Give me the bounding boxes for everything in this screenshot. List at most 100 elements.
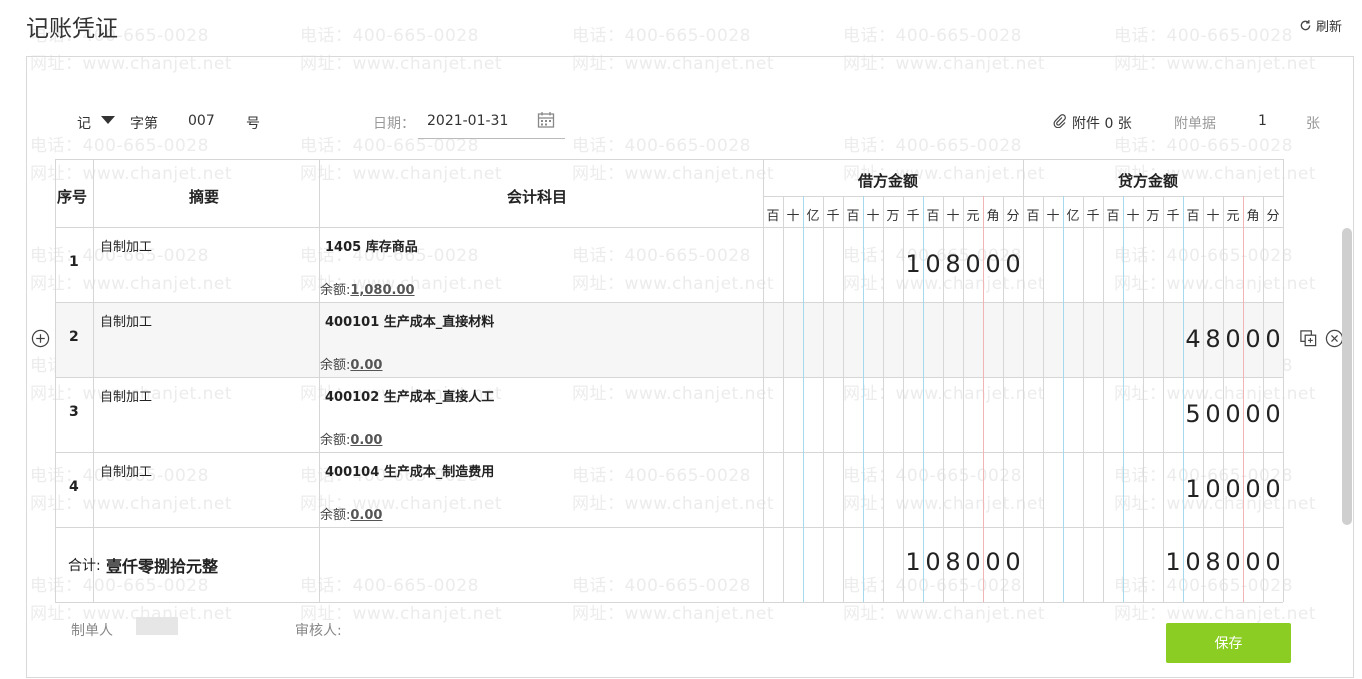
header-summary: 摘要 [189,188,220,206]
digit-header: 百 [766,209,780,224]
credit-digit: 0 [1205,400,1221,428]
header-credit: 贷方金额 [1118,172,1179,190]
row-hover-bg [55,303,1283,377]
total-credit-digit: 0 [1265,548,1281,576]
digit-header: 亿 [806,209,820,224]
row-number: 1 [69,254,79,270]
balance-label: 余额: [320,508,351,523]
watermark-phone: 电话：400-665-0028 [843,26,1022,46]
debit-digit: 0 [985,250,1001,278]
total-credit-digit: 0 [1245,548,1261,576]
credit-digit: 0 [1265,325,1281,353]
watermark-phone: 电话：400-665-0028 [300,26,479,46]
digit-header: 千 [1166,209,1180,224]
balance-value: 0.00 [350,433,383,448]
summary-cell[interactable]: 自制加工 [100,236,152,255]
balance-value: 0.00 [350,508,383,523]
account-balance: 余额:0.00 [320,429,382,448]
watermark-phone: 电话：400-665-0028 [572,26,751,46]
row-number: 4 [69,479,79,495]
credit-digit: 0 [1265,475,1281,503]
credit-digit: 0 [1245,475,1261,503]
refresh-button[interactable]: 刷新 [1299,16,1342,35]
digit-header: 百 [1026,209,1040,224]
digit-header: 十 [1206,209,1220,224]
account-cell[interactable]: 400102 生产成本_直接人工 [325,386,494,405]
zhang-label: 张 [1306,116,1320,132]
total-debit-digit: 0 [985,548,1001,576]
date-underline [418,138,565,139]
digit-header: 千 [826,209,840,224]
digit-header: 元 [966,209,980,224]
total-words: 壹仟零捌拾元整 [106,557,219,576]
digit-header: 亿 [1066,209,1080,224]
digit-header: 分 [1006,209,1020,224]
date-input[interactable]: 2021-01-31 [427,113,508,129]
balance-value: 1,080.00 [350,283,415,298]
digit-header: 分 [1266,209,1280,224]
total-credit-digit: 8 [1205,548,1221,576]
debit-digit: 0 [1005,250,1021,278]
summary-cell[interactable]: 自制加工 [100,311,152,330]
account-cell[interactable]: 400101 生产成本_直接材料 [325,311,494,330]
save-button[interactable]: 保存 [1166,623,1291,663]
total-label: 合计: [68,558,101,574]
account-cell[interactable]: 1405 库存商品 [325,236,418,255]
total-debit-digit: 0 [925,548,941,576]
chevron-down-icon[interactable] [101,116,115,124]
total-credit-digit: 1 [1165,548,1181,576]
summary-cell[interactable]: 自制加工 [100,461,152,480]
watermark-phone: 电话：400-665-0028 [1114,26,1293,46]
account-cell[interactable]: 400104 生产成本_制造费用 [325,461,494,480]
digit-header: 百 [1106,209,1120,224]
balance-value: 0.00 [350,358,383,373]
row-number: 3 [69,404,79,420]
digit-header: 角 [1246,209,1260,224]
page-title: 记账凭证 [26,16,118,42]
debit-digit: 0 [965,250,981,278]
digit-header: 元 [1226,209,1240,224]
credit-digit: 0 [1225,475,1241,503]
credit-digit: 0 [1245,325,1261,353]
zi-label: 字第 [130,116,158,132]
debit-digit: 1 [905,250,921,278]
digit-header: 十 [866,209,880,224]
credit-digit: 0 [1265,400,1281,428]
attach-doc-count-input[interactable]: 1 [1258,113,1267,129]
paperclip-icon[interactable] [1053,114,1067,128]
header-account: 会计科目 [507,188,568,206]
voucher-word-select[interactable]: 记 [77,113,91,133]
voucher-number-input[interactable]: 007 [188,113,215,129]
digit-header: 百 [926,209,940,224]
digit-header: 十 [1126,209,1140,224]
reviewer-label: 审核人: [295,623,342,639]
copy-row-icon[interactable] [1299,329,1318,348]
credit-digit: 0 [1225,325,1241,353]
attach-doc-label: 附单据 [1174,116,1216,132]
digit-header: 百 [846,209,860,224]
header-seq: 序号 [57,188,88,206]
credit-digit: 1 [1185,475,1201,503]
vertical-scrollbar[interactable] [1342,228,1352,525]
digit-header: 千 [1086,209,1100,224]
balance-label: 余额: [320,358,351,373]
digit-header: 十 [786,209,800,224]
add-row-icon[interactable] [31,329,50,348]
attachment-link[interactable]: 附件 0 张 [1072,113,1132,133]
summary-cell[interactable]: 自制加工 [100,386,152,405]
calendar-icon[interactable] [537,111,555,129]
digit-header: 万 [1146,209,1160,224]
credit-digit: 8 [1205,325,1221,353]
credit-digit: 0 [1205,475,1221,503]
balance-label: 余额: [320,433,351,448]
refresh-icon [1300,20,1311,31]
credit-digit: 0 [1245,400,1261,428]
account-balance: 余额:1,080.00 [320,279,415,298]
total-debit-digit: 1 [905,548,921,576]
digit-header: 千 [906,209,920,224]
total-credit-digit: 0 [1185,548,1201,576]
credit-digit: 5 [1185,400,1201,428]
balance-label: 余额: [320,283,351,298]
total-credit-digit: 0 [1225,548,1241,576]
debit-digit: 0 [925,250,941,278]
